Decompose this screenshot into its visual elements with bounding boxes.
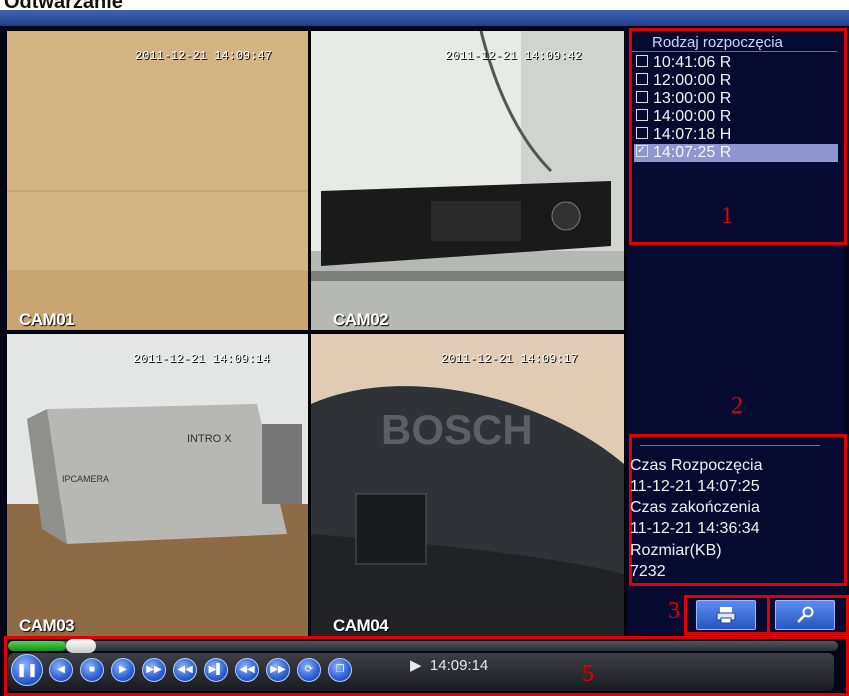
annotation-number-1: 1	[721, 203, 733, 229]
cam4-label: CAM04	[333, 616, 389, 635]
annotation-number-3: 3	[668, 598, 680, 624]
size-value: 7232	[630, 563, 666, 580]
svg-text:INTRO X: INTRO X	[187, 433, 232, 445]
cam1-timestamp: 2011-12-21 14:09:47	[135, 49, 272, 63]
cam2-scene	[311, 31, 624, 330]
cam3-label: CAM03	[19, 616, 75, 635]
cam2-timestamp: 2011-12-21 14:09:42	[445, 49, 582, 63]
highlight-box-4	[767, 595, 849, 635]
svg-text:IPCAMERA: IPCAMERA	[62, 474, 109, 484]
camera-view-4[interactable]: BOSCH 2011-12-21 14:09:17 CAM04	[310, 333, 625, 637]
cam2-label: CAM02	[333, 310, 389, 329]
cam4-scene: BOSCH	[311, 334, 624, 636]
camera-view-3[interactable]: INTRO X IPCAMERA 2011-12-21 14:09:14 CAM…	[6, 333, 309, 637]
cam3-timestamp: 2011-12-21 14:09:14	[133, 352, 270, 366]
camera-view-2[interactable]: 2011-12-21 14:09:42 CAM02	[310, 30, 625, 331]
highlight-box-1	[629, 28, 847, 245]
svg-text:BOSCH: BOSCH	[381, 406, 533, 453]
cam1-label: CAM01	[19, 310, 75, 329]
start-time-value: 11-12-21 14:07:25	[630, 478, 760, 495]
start-time-label: Czas Rozpoczęcia	[630, 457, 763, 474]
highlight-box-3	[684, 595, 770, 635]
cam4-timestamp: 2011-12-21 14:09:17	[441, 352, 578, 366]
end-time-label: Czas zakończenia	[630, 499, 760, 516]
cam1-scene	[7, 31, 308, 330]
camera-view-1[interactable]: 2011-12-21 14:09:47 CAM01	[6, 30, 309, 331]
size-label: Rozmiar(KB)	[630, 542, 722, 559]
annotation-number-2: 2	[731, 393, 743, 419]
highlight-box-5	[4, 636, 849, 696]
cam3-scene: INTRO X IPCAMERA	[7, 334, 308, 636]
info-divider	[640, 445, 820, 446]
end-time-value: 11-12-21 14:36:34	[630, 520, 760, 537]
